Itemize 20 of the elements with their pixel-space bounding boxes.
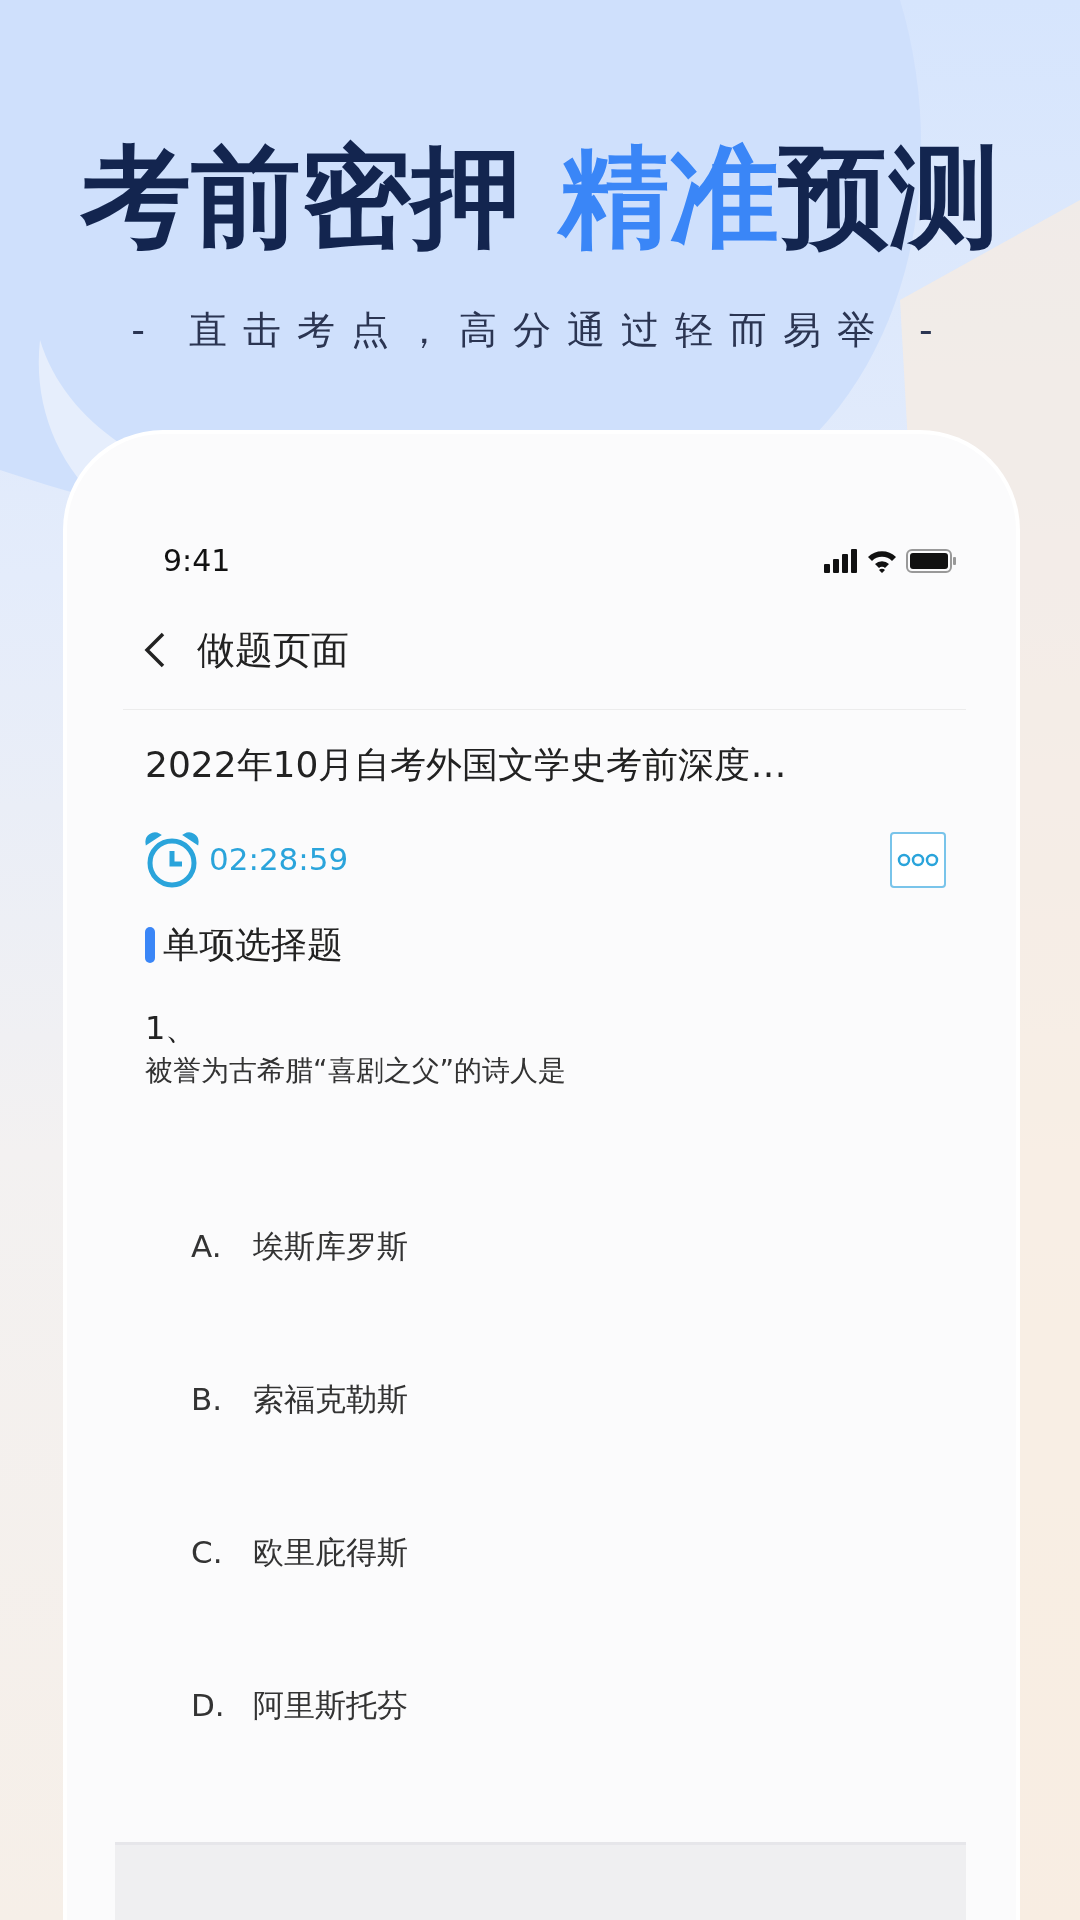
wifi-icon: [866, 548, 898, 573]
page-title: 做题页面: [197, 626, 349, 674]
section-marker: [145, 926, 155, 963]
question-text: 被誉为古希腊“喜剧之父”的诗人是: [144, 1053, 567, 1090]
signal-icon: [824, 548, 858, 573]
tagline: - 直击考点，高分通过轻而易举 -: [130, 308, 950, 354]
timer: 02:28:59: [209, 840, 349, 880]
dots-icon: [897, 852, 939, 867]
exam-title: 2022年10月自考外国文学史考前深度…: [144, 742, 788, 787]
alarm-clock-icon: [143, 830, 201, 889]
answer-option[interactable]: D. 阿里斯托芬: [123, 1629, 966, 1782]
question-number: 1、: [144, 1007, 199, 1049]
section-title: 单项选择题: [163, 922, 343, 967]
battery-icon: [906, 548, 956, 573]
status-time: 9:41: [163, 542, 231, 581]
answer-option[interactable]: B. 索福克勒斯: [123, 1323, 966, 1476]
headline: 考前密押 精准预测: [79, 140, 1001, 260]
more-button[interactable]: [890, 831, 946, 888]
answer-option[interactable]: A. 埃斯库罗斯: [123, 1170, 966, 1323]
answer-option[interactable]: C. 欧里庇得斯: [123, 1476, 966, 1629]
